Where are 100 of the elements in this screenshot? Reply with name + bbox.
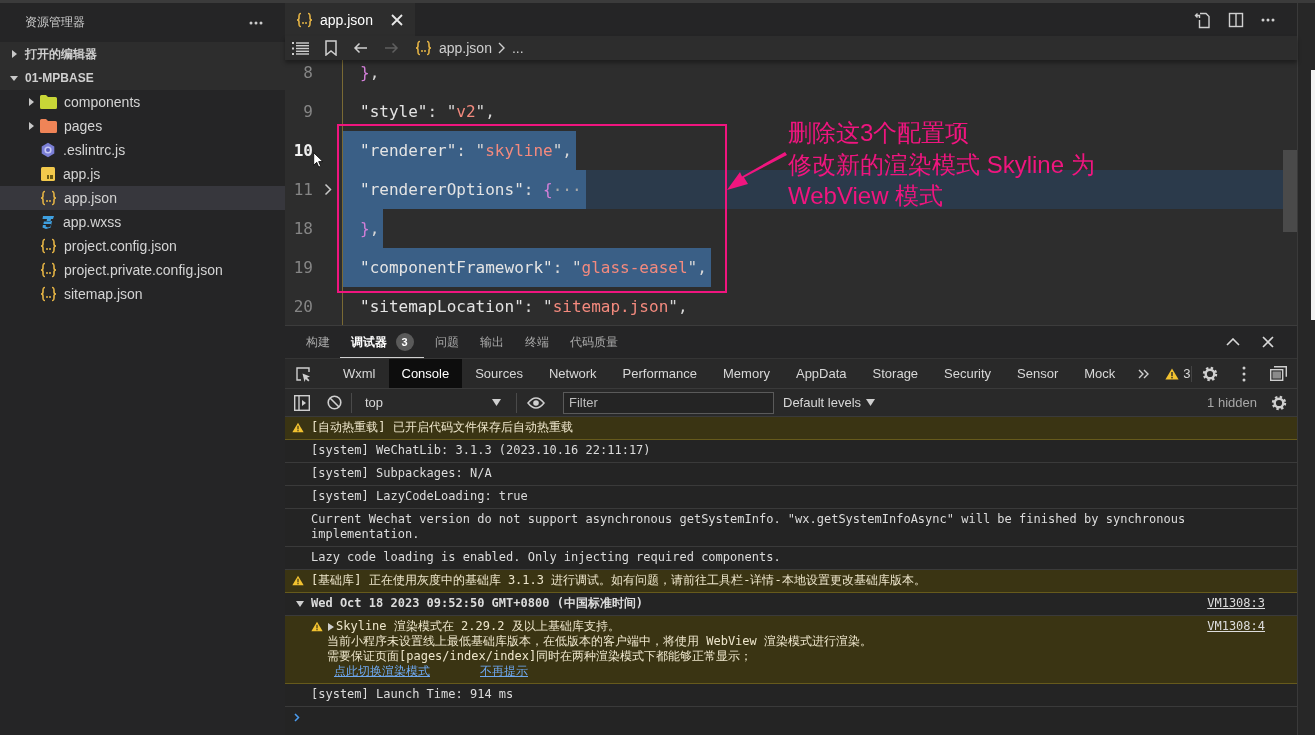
prompt-chevron-icon[interactable] (294, 712, 300, 722)
scrollbar[interactable] (1283, 150, 1297, 232)
console-link[interactable]: 点此切换渲染模式 (334, 664, 430, 679)
devtools-tab[interactable]: Network (535, 359, 610, 388)
section-header[interactable]: 打开的编辑器 (0, 42, 285, 66)
console-message: [自动热重载] 已开启代码文件保存后自动热重载 (311, 420, 573, 435)
console-message: Current Wechat version do not support asynchronous getSystemInfo. "wx.getSystemInfoAsync" will be finished by synchronous implementation. (311, 512, 1187, 542)
devtools-tab[interactable]: Sources (462, 359, 536, 388)
devtools-tab[interactable]: Sensor (1004, 359, 1072, 388)
back-arrow-icon[interactable] (353, 42, 368, 54)
filter-field[interactable]: Filter (563, 391, 774, 414)
caret-down-icon[interactable] (295, 599, 304, 608)
file-tree-item[interactable]: .eslintrc.js (0, 138, 285, 162)
close-icon[interactable] (1262, 336, 1274, 348)
stacked-windows-icon[interactable] (1270, 366, 1287, 381)
devtools-tab[interactable]: AppData (782, 359, 860, 388)
console-group-title: Wed Oct 18 2023 09:52:50 GMT+0800 (中国标准时间) (311, 596, 644, 611)
console-message: 当前小程序未设置线上最低基础库版本，在低版本的客户端中，将使用 WebView 渲染模式进行渲染。 (327, 634, 873, 649)
clear-console-icon[interactable] (327, 395, 342, 410)
code-line: }, (359, 62, 381, 84)
file-tree-item[interactable]: project.config.json (0, 234, 285, 258)
editor-tab[interactable]: app.json (285, 3, 415, 36)
hexagon-icon (40, 142, 56, 158)
context-select[interactable]: top (357, 390, 507, 415)
braces-icon (40, 262, 57, 278)
count-badge: 3 (395, 333, 414, 351)
bookmark-icon[interactable] (325, 40, 337, 56)
document-arrow-icon[interactable] (1193, 10, 1211, 29)
devtools-tab[interactable]: Performance (609, 359, 710, 388)
braces-icon (40, 238, 57, 254)
inspect-element-icon[interactable] (295, 365, 311, 382)
source-link[interactable]: VM1308:3 (1187, 596, 1265, 611)
panel-tab[interactable]: 构建 (295, 326, 340, 358)
fold-chevron-icon[interactable] (323, 183, 332, 196)
line-number: 8 (303, 62, 313, 84)
breadcrumb-item[interactable]: app.json (439, 40, 492, 56)
close-icon[interactable] (390, 13, 403, 26)
warning-icon (311, 621, 323, 632)
file-type-icon (40, 214, 56, 230)
outline-list-icon[interactable] (292, 41, 309, 55)
warning-icon (1165, 367, 1180, 380)
panel-tab[interactable]: 问题 (424, 326, 469, 358)
file-tree-item[interactable]: app.json (0, 186, 285, 210)
annotation-text: 删除这3个配置项 修改新的渲染模式 Skyline 为 WebView 模式 (788, 118, 1095, 211)
console-message: [基础库] 正在使用灰度中的基础库 3.1.3 进行调试。如有问题，请前往工具栏-详情-本地设置更改基础库版本。 (311, 573, 926, 588)
annotation-arrow (727, 152, 787, 192)
console-message: [system] LazyCodeLoading: true (311, 489, 528, 504)
more-icon[interactable] (249, 20, 263, 25)
section-header[interactable]: 01-MPBASE (0, 66, 285, 90)
console-message: [system] Launch Time: 914 ms (311, 687, 514, 702)
devtools-tab[interactable]: Wxml (330, 359, 389, 388)
devtools-tab[interactable]: Storage (859, 359, 932, 388)
braces-icon (40, 286, 57, 302)
split-editor-icon[interactable] (1228, 11, 1244, 28)
console-link[interactable]: 不再提示 (480, 664, 528, 679)
file-tree-item[interactable]: pages (0, 114, 285, 138)
levels-dropdown[interactable]: Default levels (783, 395, 876, 410)
double-chevron-icon[interactable] (1138, 368, 1150, 379)
console-message: [system] WeChatLib: 3.1.3 (2023.10.16 22:11:17) (311, 443, 651, 458)
devtools-tab[interactable]: Mock (1071, 359, 1129, 388)
warning-counter[interactable]: 3 (1165, 366, 1191, 381)
line-number: 11 (293, 179, 313, 201)
devtools-tab[interactable]: Memory (710, 359, 783, 388)
devtools-tab[interactable]: Security (931, 359, 1005, 388)
console-message: Lazy code loading is enabled. Only injecting required components. (311, 550, 781, 565)
file-tree-item[interactable]: sitemap.json (0, 282, 285, 306)
file-tree-item[interactable]: project.private.config.json (0, 258, 285, 282)
caret-right-icon[interactable] (328, 622, 334, 631)
file-type-icon (40, 166, 56, 182)
caret-down-icon (866, 399, 876, 406)
line-number: 10 (293, 140, 313, 162)
code-line: "style": "v2", (359, 101, 496, 123)
settings-icon[interactable] (1271, 394, 1287, 411)
breadcrumb-item[interactable]: ... (511, 40, 524, 56)
source-link[interactable]: VM1308:4 (1187, 619, 1265, 634)
settings-icon[interactable] (1202, 365, 1218, 382)
warning-icon (292, 422, 304, 433)
braces-icon (40, 190, 57, 206)
caret-down-icon (492, 399, 501, 406)
console-message: [system] Subpackages: N/A (311, 466, 492, 481)
console-message: 需要保证页面[pages/index/index]同时在两种渲染模式下都能够正常显示； (327, 649, 754, 664)
more-icon[interactable] (1261, 17, 1275, 22)
devtools-tab[interactable]: Console (388, 359, 463, 388)
hidden-count: 1 hidden (1207, 395, 1257, 410)
panel-tab[interactable]: 代码质量 (559, 326, 628, 358)
file-tree-item[interactable]: app.js (0, 162, 285, 186)
line-number: 18 (293, 218, 313, 240)
kebab-menu-icon[interactable] (1242, 365, 1246, 382)
panel-tab[interactable]: 终端 (514, 326, 559, 358)
eye-icon[interactable] (527, 396, 545, 409)
file-tree-item[interactable]: app.wxss (0, 210, 285, 234)
panel-tab[interactable]: 输出 (469, 326, 514, 358)
file-tree-item[interactable]: components (0, 90, 285, 114)
sidebar-toggle-icon[interactable] (294, 394, 310, 411)
explorer-title: 资源管理器 (25, 14, 85, 31)
console-message: Skyline 渲染模式在 2.29.2 及以上基础库支持。 (336, 619, 620, 634)
line-number: 9 (303, 101, 313, 123)
chevron-up-icon[interactable] (1226, 338, 1240, 346)
line-number: 19 (293, 257, 313, 279)
line-number: 20 (293, 296, 313, 318)
